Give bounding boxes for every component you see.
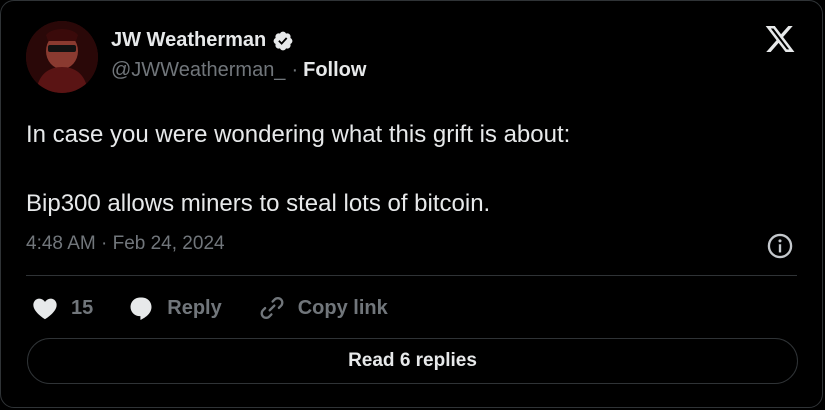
- tweet-card: JW Weatherman @JWWeatherman_ · Follow In…: [0, 0, 823, 408]
- tweet-paragraph: In case you were wondering what this gri…: [26, 121, 571, 148]
- follow-button[interactable]: Follow: [303, 59, 366, 82]
- info-icon[interactable]: [766, 232, 794, 260]
- link-icon: [260, 297, 284, 319]
- copy-link-button[interactable]: Copy link: [258, 294, 388, 322]
- tweet-text: In case you were wondering what this gri…: [26, 117, 796, 222]
- heart-icon: [33, 298, 57, 320]
- copy-link-label: Copy link: [297, 296, 388, 319]
- avatar[interactable]: [26, 21, 98, 93]
- verified-badge-icon: [273, 31, 293, 50]
- separator-dot: ·: [291, 59, 299, 81]
- action-bar: 15 Reply Copy link: [31, 292, 388, 324]
- tweet-timestamp[interactable]: 4:48 AM · Feb 24, 2024: [26, 233, 225, 255]
- speech-bubble-icon: [130, 297, 152, 320]
- read-replies-button[interactable]: Read 6 replies: [27, 338, 798, 384]
- reply-button[interactable]: Reply: [127, 294, 222, 322]
- author-name-row: JW Weatherman: [111, 29, 294, 52]
- like-button[interactable]: 15: [31, 294, 93, 322]
- reply-label: Reply: [167, 296, 222, 319]
- x-logo-icon[interactable]: [764, 23, 796, 55]
- author-handle-row: @JWWeatherman_ · Follow: [111, 59, 366, 82]
- divider: [26, 275, 797, 276]
- author-handle[interactable]: @JWWeatherman_: [111, 59, 285, 82]
- tweet-paragraph: Bip300 allows miners to steal lots of bi…: [26, 190, 491, 217]
- author-display-name[interactable]: JW Weatherman: [111, 29, 266, 52]
- like-count: 15: [71, 296, 94, 319]
